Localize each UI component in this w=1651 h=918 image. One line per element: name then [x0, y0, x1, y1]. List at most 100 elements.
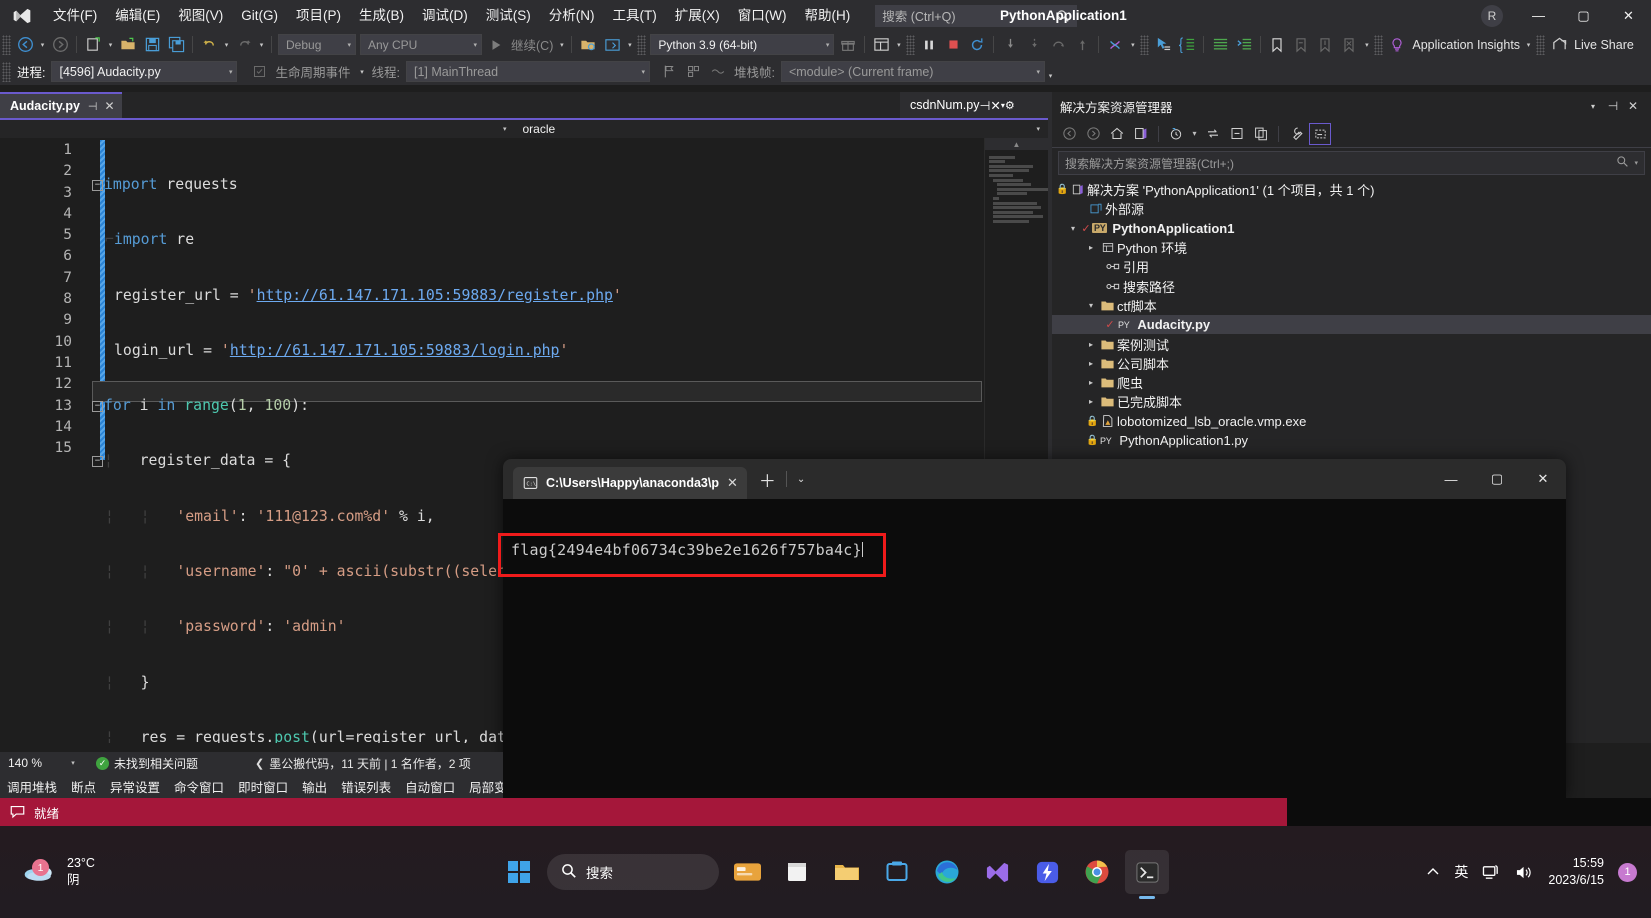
sync-icon[interactable] [1202, 123, 1224, 145]
tree-item-case-tests[interactable]: ▸ 案例测试 [1052, 334, 1651, 353]
stackframe-dropdown[interactable]: <module> (Current frame) ▾ [780, 61, 1045, 82]
menu-item-git[interactable]: Git(G) [232, 0, 287, 31]
undo-icon[interactable] [197, 33, 221, 56]
toolbar-grip-4[interactable] [1140, 34, 1150, 55]
tree-item-solution[interactable]: 🔒 解决方案 'PythonApplication1' (1 个项目，共 1 个… [1052, 180, 1651, 199]
nav-scope-dropdown[interactable]: oracle [516, 120, 1036, 138]
notification-icon[interactable] [10, 805, 25, 819]
hot-reload-icon[interactable] [1103, 33, 1127, 56]
solution-explorer-search-input[interactable]: 搜索解决方案资源管理器(Ctrl+;) ▾ [1058, 151, 1645, 175]
tree-item-references[interactable]: 引用 [1052, 257, 1651, 276]
menu-item-help[interactable]: 帮助(H) [795, 0, 859, 31]
tab-error-list[interactable]: 错误列表 [334, 777, 398, 796]
chevron-left-icon[interactable]: ❮ [250, 757, 269, 770]
tab-breakpoints[interactable]: 断点 [64, 777, 103, 796]
tree-item-python-environment[interactable]: ▸ Python 环境 [1052, 238, 1651, 257]
network-icon[interactable] [1482, 864, 1501, 881]
notes-icon[interactable] [775, 850, 819, 894]
build-configuration-dropdown[interactable]: Debug ▾ [278, 34, 356, 55]
widgets-icon[interactable] [725, 850, 769, 894]
expander-icon[interactable]: ▸ [1084, 397, 1098, 406]
chrome-icon[interactable] [1075, 850, 1119, 894]
navigate-forward-icon[interactable] [48, 33, 72, 56]
tree-item-crawler[interactable]: ▸ 爬虫 [1052, 373, 1651, 392]
menu-item-analyze[interactable]: 分析(N) [540, 0, 604, 31]
expander-icon[interactable]: ▾ [1066, 224, 1080, 233]
decrease-indent-icon[interactable] [1208, 33, 1232, 56]
toolbar-grip-5[interactable] [1374, 34, 1384, 55]
tree-item-ctf-scripts[interactable]: ▾ ctf脚本 [1052, 296, 1651, 315]
cursor-pointer-icon[interactable] [1151, 33, 1175, 56]
indent-structure-icon[interactable] [1175, 33, 1199, 56]
tab-immediate-window[interactable]: 即时窗口 [231, 777, 295, 796]
preview-dropdown-icon[interactable]: ▾ [624, 41, 635, 49]
menu-item-debug[interactable]: 调试(D) [413, 0, 477, 31]
menu-item-tools[interactable]: 工具(T) [604, 0, 666, 31]
step-into-icon[interactable] [998, 33, 1022, 56]
bookmark-dropdown-icon[interactable]: ▾ [1361, 41, 1372, 49]
redo-dropdown-icon[interactable]: ▾ [256, 41, 267, 49]
stack-link-icon[interactable] [706, 60, 730, 83]
close-icon[interactable]: ✕ [1623, 99, 1643, 113]
terminal-maximize-button[interactable]: ▢ [1474, 459, 1520, 499]
python-interpreter-dropdown[interactable]: Python 3.9 (64-bit) ▾ [650, 34, 835, 55]
live-share-label[interactable]: Live Share [1571, 38, 1637, 52]
toolbar-grip-6[interactable] [1536, 34, 1546, 55]
taskbar-clock[interactable]: 15:59 2023/6/15 [1548, 855, 1604, 889]
save-all-icon[interactable] [164, 33, 188, 56]
debugbar-overflow-icon[interactable]: ▾ [1045, 72, 1056, 80]
tree-item-audacity-py[interactable]: ✓ PY Audacity.py [1052, 315, 1651, 335]
terminal-close-button[interactable]: ✕ [1520, 459, 1566, 499]
menu-item-extensions[interactable]: 扩展(X) [666, 0, 729, 31]
continue-dropdown-icon[interactable]: ▾ [556, 41, 567, 49]
ime-indicator[interactable]: 英 [1454, 862, 1468, 882]
menu-item-file[interactable]: 文件(F) [44, 0, 106, 31]
issues-indicator[interactable]: ✓ 未找到相关问题 [82, 755, 198, 772]
pin-icon[interactable]: ⊣ [979, 98, 990, 113]
back-icon[interactable] [1058, 123, 1080, 145]
play-icon[interactable] [484, 33, 508, 56]
back-dropdown-icon[interactable]: ▾ [37, 41, 48, 49]
attach-to-process-icon[interactable] [576, 33, 600, 56]
toolbar-grip-2[interactable] [637, 34, 647, 55]
terminal-icon[interactable] [1125, 850, 1169, 894]
editor-minimap[interactable]: ▲ [984, 138, 1048, 463]
process-dropdown[interactable]: [4596] Audacity.py ▾ [51, 61, 238, 82]
menu-item-build[interactable]: 生成(B) [350, 0, 413, 31]
tab-call-stack[interactable]: 调用堆栈 [0, 777, 64, 796]
taskbar-search[interactable]: 搜索 [547, 854, 719, 890]
toolbar-grip-3[interactable] [906, 34, 916, 55]
tree-item-pythonapplication1[interactable]: ▾ ✓ PY PythonApplication1 [1052, 219, 1651, 238]
lifecycle-events-icon[interactable] [247, 60, 271, 83]
tree-item-external-sources[interactable]: 外部源 [1052, 199, 1651, 218]
chevron-down-icon[interactable]: ▾ [64, 759, 82, 767]
redo-icon[interactable] [232, 33, 256, 56]
expander-icon[interactable]: ▸ [1084, 340, 1098, 349]
toolbar-grip[interactable] [2, 34, 11, 55]
previous-bookmark-icon[interactable] [1289, 33, 1313, 56]
lightbulb-icon[interactable] [1385, 33, 1409, 56]
notification-badge[interactable]: 1 [1618, 862, 1637, 882]
tree-item-search-paths[interactable]: 搜索路径 [1052, 276, 1651, 295]
menu-item-view[interactable]: 视图(V) [169, 0, 232, 31]
open-folder-icon[interactable] [116, 33, 140, 56]
live-share-icon[interactable] [1547, 33, 1571, 56]
tree-item-finished-scripts[interactable]: ▸ 已完成脚本 [1052, 392, 1651, 411]
bookmark-icon[interactable] [1265, 33, 1289, 56]
step-into-target-icon[interactable] [1022, 33, 1046, 56]
step-over-icon[interactable] [1046, 33, 1070, 56]
debugbar-grip[interactable] [2, 61, 11, 82]
pause-icon[interactable] [917, 33, 941, 56]
next-bookmark-icon[interactable] [1313, 33, 1337, 56]
thunder-icon[interactable] [1025, 850, 1069, 894]
increase-indent-icon[interactable] [1232, 33, 1256, 56]
chevron-up-icon[interactable] [1426, 866, 1440, 878]
lifecycle-dropdown-icon[interactable]: ▾ [357, 68, 368, 76]
pin-icon[interactable]: ⊣ [88, 100, 98, 113]
close-button[interactable]: ✕ [1606, 0, 1651, 31]
application-insights-label[interactable]: Application Insights [1409, 38, 1523, 52]
menu-item-edit[interactable]: 编辑(E) [106, 0, 169, 31]
tab-output[interactable]: 输出 [295, 777, 334, 796]
tab-exception-settings[interactable]: 异常设置 [103, 777, 167, 796]
collapse-all-icon[interactable] [1226, 123, 1248, 145]
